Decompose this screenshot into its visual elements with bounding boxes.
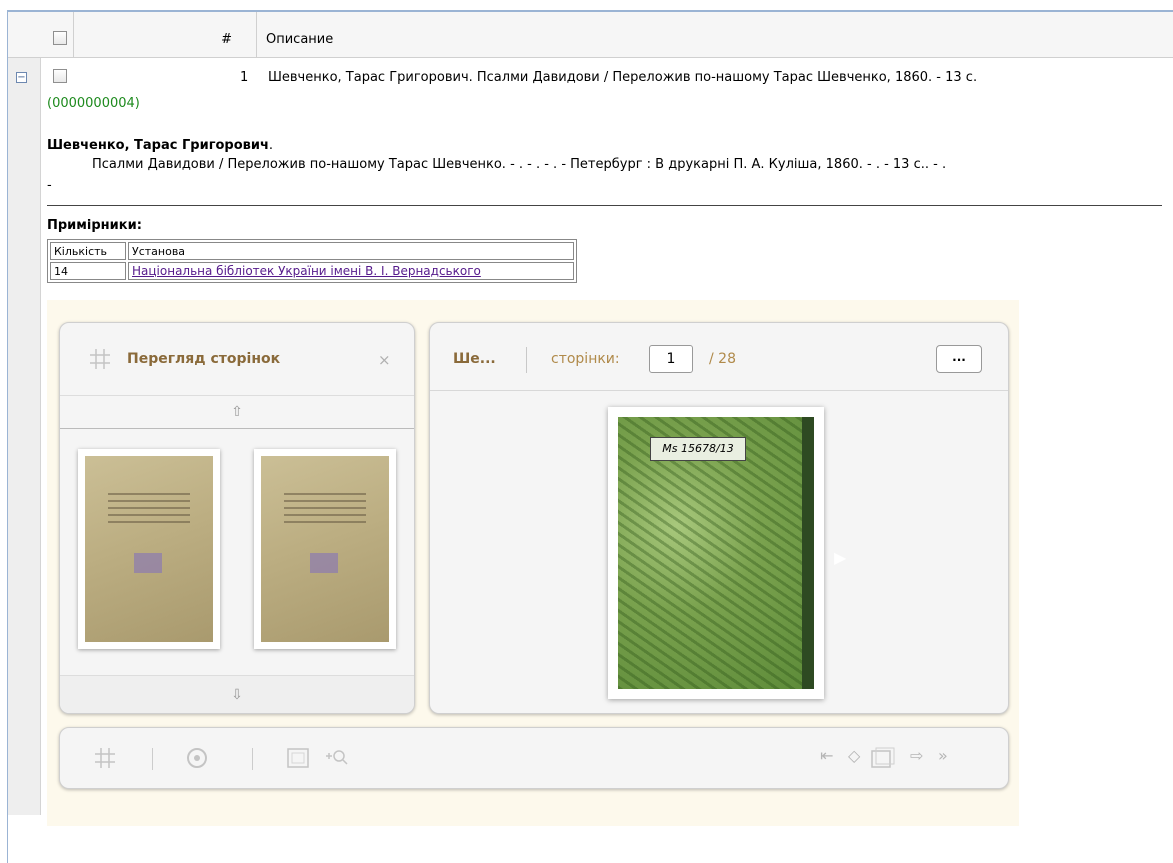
page-number-input[interactable]: 1	[649, 345, 693, 373]
grid-header: # Описание	[8, 12, 1173, 58]
scroll-up-icon[interactable]: ⇧	[60, 395, 414, 429]
close-icon[interactable]: ×	[378, 351, 391, 369]
select-all-checkbox[interactable]	[53, 31, 67, 45]
toolbar-divider	[152, 748, 153, 770]
previous-page-icon[interactable]: ◇	[848, 746, 860, 765]
table-row: 14 Національна бібліотек України імені В…	[50, 262, 574, 280]
next-page-icon[interactable]: ⇨	[910, 746, 923, 765]
copies-title: Примірники:	[47, 218, 142, 233]
row-number: 1	[240, 70, 249, 85]
copies-institution-cell: Національна бібліотек України імені В. І…	[128, 262, 574, 280]
scroll-down-icon[interactable]: ⇩	[60, 675, 414, 713]
author-suffix: .	[268, 138, 274, 153]
toolbar-divider	[252, 748, 253, 770]
two-page-icon[interactable]	[870, 746, 896, 770]
row-gutter	[8, 12, 41, 815]
copies-header-row: Кількість Установа	[50, 242, 574, 260]
copies-count: 14	[50, 262, 126, 280]
last-page-icon[interactable]: »	[938, 746, 948, 765]
copies-header-count: Кількість	[50, 242, 126, 260]
copies-header-institution: Установа	[128, 242, 574, 260]
row-title: Шевченко, Тарас Григорович. Псалми Давид…	[268, 70, 978, 85]
pages-label: сторінки:	[551, 351, 620, 367]
page-thumbnail-2[interactable]	[254, 449, 396, 649]
institution-link[interactable]: Національна бібліотек України імені В. І…	[132, 264, 481, 278]
header-divider	[526, 347, 527, 373]
cover-label: Ms 15678/13	[650, 437, 746, 461]
grid-icon	[90, 349, 110, 369]
fullscreen-icon[interactable]	[286, 746, 310, 770]
column-header-number[interactable]: #	[73, 12, 257, 58]
current-page-image[interactable]: Ms 15678/13	[608, 407, 824, 699]
more-button[interactable]: ...	[936, 345, 982, 373]
section-divider	[47, 205, 1162, 206]
book-viewer: Перегляд сторінок × ⇧ ⇩ Ше... сторінки: …	[47, 300, 1019, 826]
thumbnails-header: Перегляд сторінок ×	[60, 323, 414, 395]
page-panel: Ше... сторінки: 1 / 28 ... Ms 15678/13 ▶	[429, 322, 1009, 714]
copies-table: Кількість Установа 14 Національна бібліо…	[47, 239, 577, 283]
zoom-in-icon[interactable]	[324, 748, 350, 768]
bibliographic-description: Псалми Давидови / Переложив по-нашому Та…	[92, 157, 947, 172]
page-panel-header: Ше... сторінки: 1 / 28 ...	[430, 323, 1008, 391]
trailing-dash: -	[47, 178, 52, 193]
record-author: Шевченко, Тарас Григорович.	[47, 138, 273, 153]
collapse-row-button[interactable]: −	[16, 72, 27, 83]
page-total: / 28	[709, 351, 736, 367]
first-page-icon[interactable]: ⇤	[820, 746, 833, 765]
column-header-description[interactable]: Описание	[266, 32, 333, 47]
viewer-toolbar: ⇤ ◇ ⇨ »	[59, 727, 1009, 789]
author-name: Шевченко, Тарас Григорович	[47, 138, 269, 153]
thumbnails-panel: Перегляд сторінок × ⇧ ⇩	[59, 322, 415, 714]
results-frame: # Описание − 1 Шевченко, Тарас Григорови…	[7, 10, 1173, 863]
thumbnails-title: Перегляд сторінок	[127, 351, 281, 367]
settings-icon[interactable]	[184, 745, 210, 771]
record-id: (0000000004)	[47, 96, 140, 111]
book-title-short: Ше...	[453, 351, 496, 367]
row-checkbox[interactable]	[53, 69, 67, 83]
page-thumbnail-1[interactable]	[78, 449, 220, 649]
thumbnails-toggle-icon[interactable]	[93, 746, 117, 770]
next-page-arrow-icon[interactable]: ▶	[834, 548, 846, 567]
